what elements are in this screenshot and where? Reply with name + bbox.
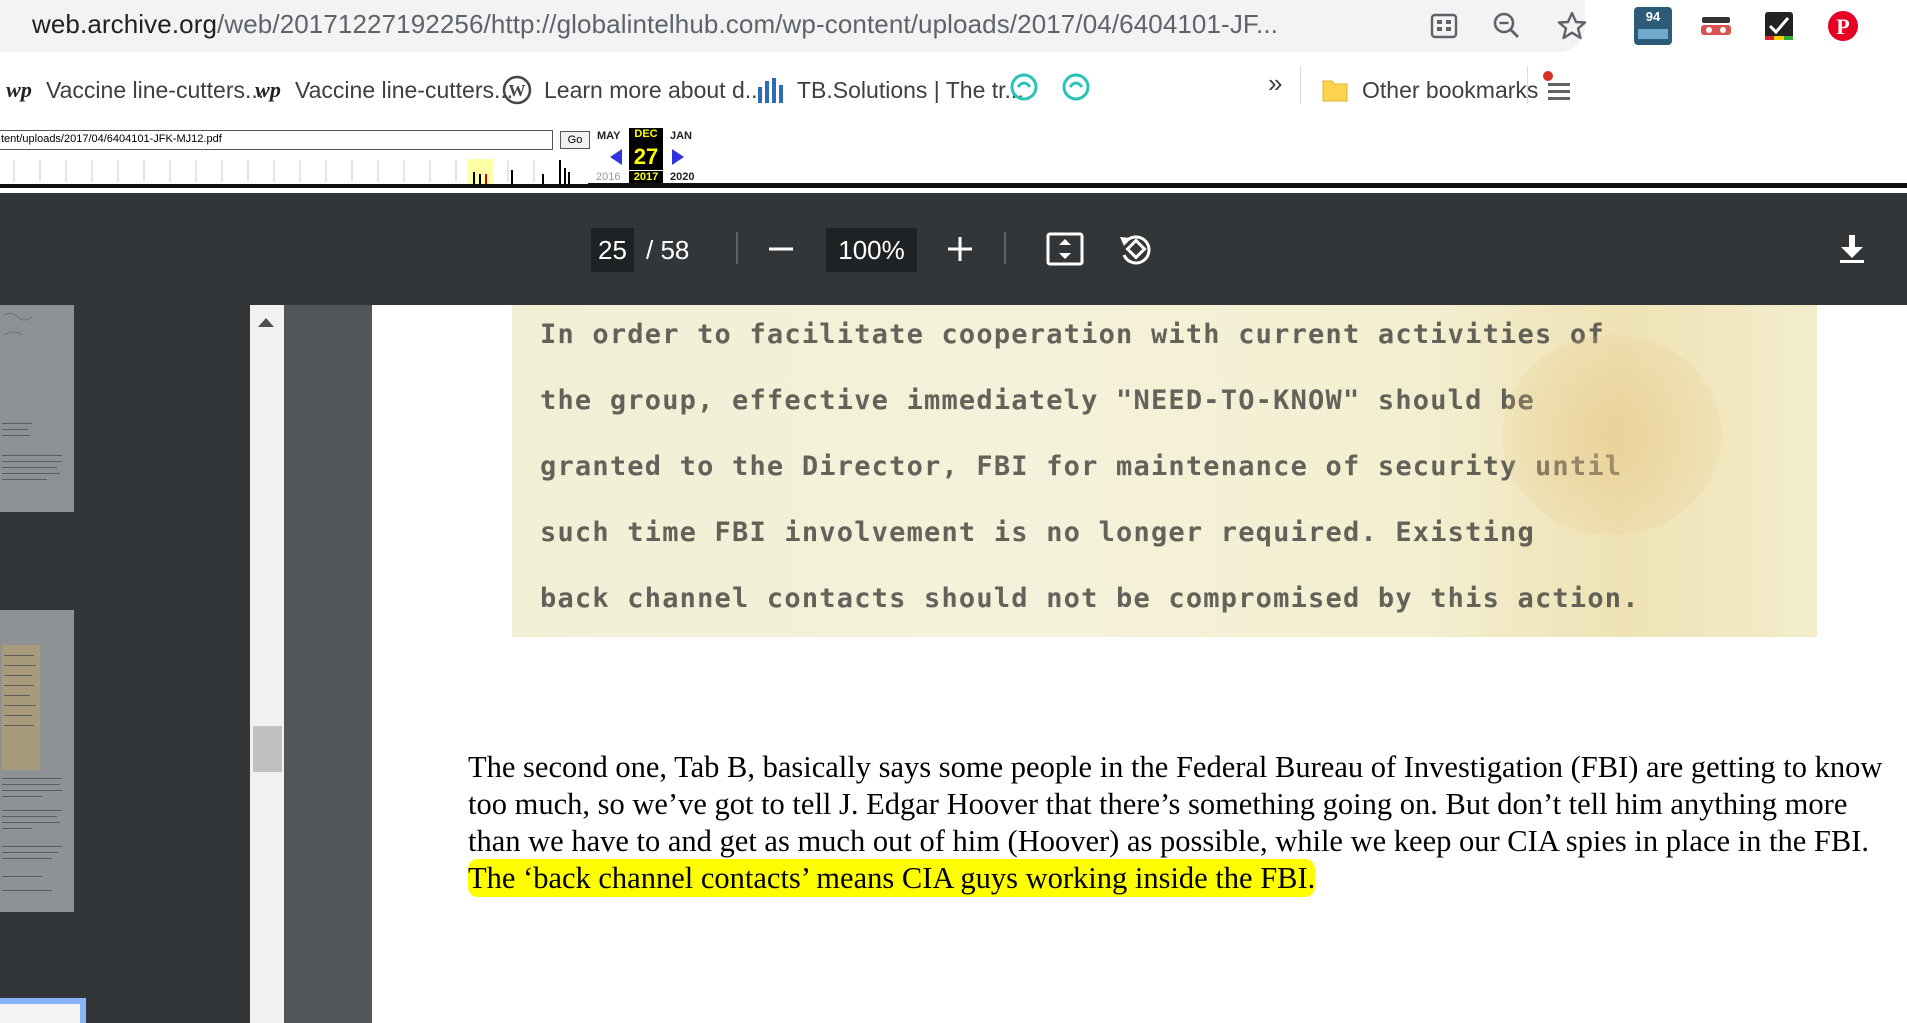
page-thumbnail-selected[interactable] <box>0 998 86 1023</box>
wayback-capture-sparkline[interactable] <box>0 156 588 184</box>
todo-check-icon[interactable] <box>1760 7 1798 45</box>
wayback-prev-year[interactable]: 2016 <box>596 171 620 183</box>
wayback-current-month: DEC <box>629 128 663 144</box>
other-bookmarks-folder[interactable]: Other bookmarks <box>1320 72 1538 108</box>
pdf-viewer-toolbar: 25 / 58 100% <box>0 193 1907 305</box>
sidebar-scrollbar[interactable] <box>250 305 284 1023</box>
download-icon <box>1840 235 1864 263</box>
bookmark-item-1[interactable]: wp Vaccine line-cutters... <box>4 72 264 108</box>
fit-page-icon <box>1046 232 1084 266</box>
bookmark-label: Vaccine line-cutters... <box>46 76 265 103</box>
extension-counter-icon[interactable]: 94 <box>1634 7 1672 45</box>
wordpress-icon: W <box>502 75 532 105</box>
wayback-current-year: 2017 <box>629 171 663 183</box>
washington-post-icon: wp <box>6 77 32 102</box>
bookmark-item-3[interactable]: W Learn more about d... <box>502 72 764 108</box>
page-total: / 58 <box>646 235 690 265</box>
bookmark-label: Learn more about d... <box>544 76 764 103</box>
washington-post-icon: wp <box>255 77 281 102</box>
scan-text-line: In order to facilitate cooperation with … <box>540 319 1605 350</box>
wayback-next-arrow-icon[interactable] <box>670 148 686 166</box>
incognito-mask-icon[interactable] <box>1697 7 1735 45</box>
toolbar-separator <box>1004 232 1006 264</box>
thumbnail-preview <box>0 610 74 912</box>
thumbnail-preview <box>0 305 74 512</box>
fit-to-page-button[interactable] <box>1042 226 1088 272</box>
scan-text-line: granted to the Director, FBI for mainten… <box>540 451 1623 482</box>
bookmarks-divider <box>1527 66 1528 104</box>
apps-icon[interactable] <box>1426 8 1462 44</box>
bookmarks-bar: wp Vaccine line-cutters... wp Vaccine li… <box>0 52 1907 126</box>
wayback-prev-arrow-icon[interactable] <box>608 148 624 166</box>
url-domain: web.archive.org <box>32 9 218 39</box>
tb-solutions-icon <box>758 78 783 103</box>
scanned-document-image: In order to facilitate cooperation with … <box>512 305 1817 637</box>
scan-text-line: the group, effective immediately "NEED-T… <box>540 385 1535 416</box>
scan-text-line: back channel contacts should not be comp… <box>540 583 1640 614</box>
star-bookmark-icon[interactable] <box>1554 8 1590 44</box>
zoom-input[interactable]: 100% <box>826 228 917 272</box>
bookmark-item-4[interactable]: TB.Solutions | The tr... <box>755 72 1024 108</box>
bookmark-teal-swirl-icon[interactable] <box>1008 71 1040 103</box>
bookmarks-overflow-button[interactable]: » <box>1268 68 1282 99</box>
wayback-toolbar: tent/uploads/2017/04/6404101-JFK-MJ12.pd… <box>0 126 1907 188</box>
svg-text:P: P <box>1836 14 1849 39</box>
bookmark-label: Vaccine line-cutters... <box>295 76 514 103</box>
bookmark-label: TB.Solutions | The tr... <box>797 76 1024 103</box>
address-bar-area: web.archive.org/web/20171227192256/http:… <box>0 0 1907 52</box>
zoom-out-icon[interactable] <box>1489 8 1525 44</box>
wayback-day: 27 <box>629 144 663 170</box>
zoom-out-button[interactable] <box>758 226 804 272</box>
bookmarks-divider <box>1300 66 1301 104</box>
rotate-button[interactable] <box>1113 226 1159 272</box>
minus-icon <box>769 247 793 251</box>
thumbnail-sidebar <box>0 305 250 1023</box>
wayback-next-month[interactable]: JAN <box>670 130 692 142</box>
svg-text:W: W <box>509 81 526 100</box>
other-bookmarks-label: Other bookmarks <box>1362 76 1539 103</box>
pinterest-icon[interactable]: P <box>1824 7 1862 45</box>
reading-list-icon[interactable] <box>1540 70 1570 104</box>
extension-badge: 94 <box>1645 9 1661 24</box>
scroll-up-arrow-icon[interactable] <box>258 318 274 327</box>
url-text[interactable]: web.archive.org/web/20171227192256/http:… <box>32 9 1278 40</box>
toolbar-separator <box>736 232 738 264</box>
highlighted-text: The ‘back channel contacts’ means CIA gu… <box>468 859 1316 897</box>
body-paragraph: The second one, Tab B, basically says so… <box>468 749 1888 897</box>
viewer-gutter <box>284 305 372 1023</box>
download-button[interactable] <box>1829 226 1875 272</box>
rotate-icon <box>1120 235 1151 265</box>
sidebar-scrollbar-thumb[interactable] <box>253 726 282 772</box>
bookmark-item-2[interactable]: wp Vaccine line-cutters... <box>253 72 513 108</box>
wayback-url-input[interactable]: tent/uploads/2017/04/6404101-JFK-MJ12.pd… <box>0 130 553 150</box>
url-path: /web/20171227192256/http://globalintelhu… <box>217 9 1278 39</box>
page-number-input[interactable]: 25 <box>591 228 634 272</box>
pdf-page: In order to facilitate cooperation with … <box>372 305 1907 1023</box>
zoom-in-button[interactable] <box>937 226 983 272</box>
page-thumbnail[interactable] <box>0 305 74 512</box>
bookmark-teal-swirl-icon[interactable] <box>1060 71 1092 103</box>
wayback-go-button[interactable]: Go <box>560 131 590 149</box>
wayback-next-year[interactable]: 2020 <box>670 171 694 183</box>
plus-icon <box>948 237 972 261</box>
scan-text-line: such time FBI involvement is no longer r… <box>540 517 1535 548</box>
wayback-prev-month[interactable]: MAY <box>597 130 620 142</box>
paragraph-text: The second one, Tab B, basically says so… <box>468 750 1883 858</box>
page-thumbnail[interactable] <box>0 610 74 912</box>
folder-icon <box>1322 80 1348 102</box>
